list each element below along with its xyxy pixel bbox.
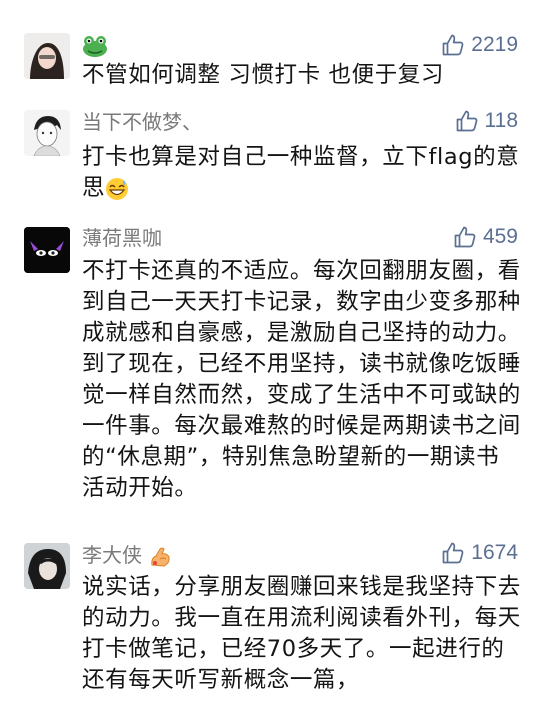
- comment-text: 不打卡还真的不适应。每次回翻朋友圈，看到自己一天天打卡记录，数字由少变多那种成就…: [82, 258, 521, 501]
- like-button[interactable]: 459: [453, 224, 518, 250]
- avatar-portrait-icon: [24, 543, 70, 589]
- user-avatar[interactable]: [24, 110, 70, 156]
- commenter-nickname[interactable]: [82, 32, 108, 58]
- user-avatar[interactable]: [24, 543, 70, 589]
- avatar-cat-icon: [24, 227, 70, 273]
- comment-text: 打卡也算是对自己一种监督，立下flag的意思: [82, 144, 520, 201]
- thumbs-up-icon: [456, 110, 477, 132]
- comment-item: 2219 不管如何调整 习惯打卡 也便于复习: [0, 0, 542, 110]
- commenter-nickname[interactable]: 李大侠: [82, 543, 172, 569]
- like-count: 118: [484, 109, 518, 132]
- user-avatar[interactable]: [24, 227, 70, 273]
- user-avatar[interactable]: [24, 33, 70, 79]
- thumbs-up-icon: [442, 34, 464, 56]
- flexed-arm-emoji-icon: [151, 547, 170, 567]
- like-button[interactable]: 118: [455, 108, 518, 134]
- like-count: 1674: [471, 541, 518, 564]
- like-count: 2219: [471, 33, 518, 56]
- frog-emoji-icon: [83, 35, 107, 57]
- like-button[interactable]: 1674: [441, 540, 518, 566]
- avatar-sketch-icon: [24, 110, 70, 156]
- like-button[interactable]: 2219: [441, 32, 518, 58]
- like-count: 459: [482, 225, 518, 248]
- comment-text: 说实话，分享朋友圈赚回来钱是我坚持下去的动力。我一直在用流利阅读看外刊，每天打卡…: [82, 574, 521, 693]
- thumbs-up-icon: [454, 226, 476, 248]
- commenter-nickname[interactable]: 当下不做梦、: [82, 110, 202, 134]
- thumbs-up-icon: [442, 542, 464, 564]
- comment-text: 不管如何调整 习惯打卡 也便于复习: [82, 62, 445, 88]
- grinning-sweat-emoji-icon: [106, 177, 129, 200]
- avatar-photo-icon: [24, 33, 70, 79]
- commenter-nickname[interactable]: 薄荷黑咖: [82, 226, 162, 250]
